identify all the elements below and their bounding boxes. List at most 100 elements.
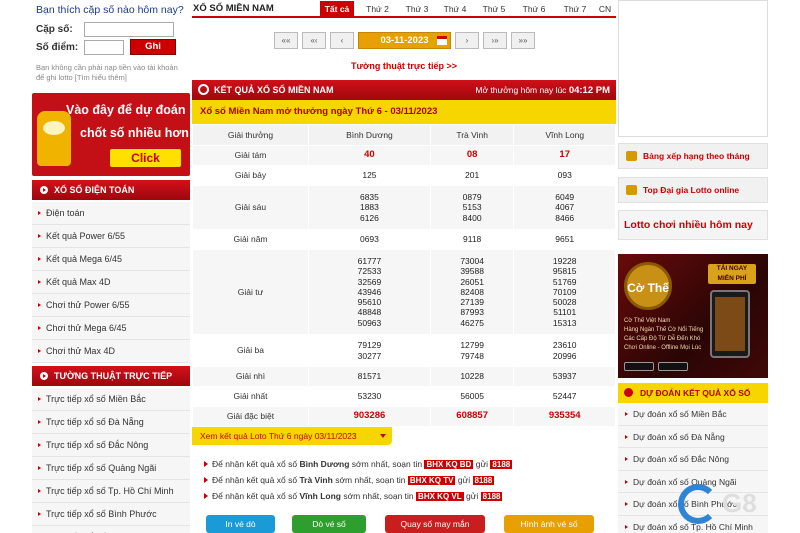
prize-cell: 79129 30277 xyxy=(308,334,431,367)
banner-click-button[interactable]: Click xyxy=(110,149,181,167)
prize-number: 1883 xyxy=(359,202,379,213)
result-table: Giải thưởng Bình Dương Trà Vinh Vĩnh Long Gi… xyxy=(192,124,616,427)
lucky-draw-button[interactable]: Quay số may mắn xyxy=(385,515,485,533)
lottery-ball-icon xyxy=(198,84,209,95)
prize-number: 30277 xyxy=(357,350,382,361)
result-header: KẾT QUẢ XỔ SỐ MIỀN NAM Mở thưởng hôm nay… xyxy=(192,80,616,100)
live-link[interactable]: Tường thuật trực tiếp >> xyxy=(192,61,616,71)
nav-item-dien-toan[interactable]: Chơi thử Power 6/55 xyxy=(32,294,190,317)
predict-banner[interactable]: Vào đây để dự đoán chốt số nhiều hơn Cli… xyxy=(32,93,190,176)
tab-2[interactable]: Thứ 3 xyxy=(398,1,436,18)
tab-0[interactable]: Tất cả xyxy=(320,1,354,18)
date-picker[interactable]: 03-11-2023 xyxy=(358,32,451,49)
table-row: Giải sáu 6835 1883 6126 0879 5153 8400 6049 4067… xyxy=(192,185,616,230)
phone-icon xyxy=(710,290,750,358)
nav-item-dien-toan[interactable]: Kết quả Mega 6/45 xyxy=(32,248,190,271)
print-ticket-button[interactable]: In vé dò xyxy=(206,515,275,533)
tab-6[interactable]: Thứ 7 xyxy=(556,1,594,18)
prize-number: 51769 xyxy=(552,276,577,287)
table-row: Giải ba 79129 30277 12799 79748 23610 20996 xyxy=(192,334,616,367)
pair-input[interactable] xyxy=(84,21,174,37)
tab-4[interactable]: Thứ 5 xyxy=(476,1,512,18)
banner-line2: chốt số nhiều hơn xyxy=(80,126,189,140)
prize-number: 48848 xyxy=(357,307,382,318)
prize-cell: 0693 xyxy=(308,229,431,250)
result-subtitle[interactable]: Xổ số Miền Nam mở thưởng ngày Thứ 6 - 03… xyxy=(192,100,616,124)
tab-1[interactable]: Thứ 2 xyxy=(360,1,395,18)
last-date-button[interactable]: »» xyxy=(511,32,535,49)
prize-number: 27139 xyxy=(460,297,484,308)
sms-text: gửi xyxy=(457,475,471,485)
prize-number: 61777 xyxy=(357,256,382,267)
loto-link[interactable]: Xem kết quả Loto Thứ 6 ngày 03/11/2023 xyxy=(192,427,392,445)
predict-item[interactable]: Dự đoán xổ số Miền Bắc xyxy=(618,403,768,426)
sms-number: 8188 xyxy=(480,492,503,501)
chess-game-ad[interactable]: Cờ Thế TẢI NGAY MIỄN PHÍ Cờ Thế Việt Nam… xyxy=(618,254,768,378)
nav-item-truc-tiep[interactable]: Trực tiếp xổ số Tp. Hồ Chí Minh xyxy=(32,480,190,503)
sms-text: sớm nhất, soạn tin xyxy=(343,491,414,501)
top-lotto-link[interactable]: Top Đại gia Lotto online xyxy=(618,177,768,203)
table-row: Giải tư 61777 72533 32569 43946 95610 48848 509… xyxy=(192,249,616,335)
nav-item-truc-tiep[interactable]: Trực tiếp xổ số Quảng Ngãi xyxy=(32,457,190,480)
points-input[interactable] xyxy=(84,39,124,55)
pair-row: Cặp số: xyxy=(36,21,186,37)
prize-number: 73004 xyxy=(460,256,484,267)
first-date-button[interactable]: «« xyxy=(274,32,298,49)
prev-week-button[interactable]: «‹ xyxy=(302,32,326,49)
ad-placeholder xyxy=(618,0,768,137)
nav-item-truc-tiep[interactable]: Trực tiếp xổ số Miền Bắc xyxy=(32,388,190,411)
bet-submit-button[interactable]: Ghi xyxy=(130,39,176,55)
ad-line: Hàng Ngàn Thế Cờ Nổi Tiếng xyxy=(624,327,704,333)
next-week-button[interactable]: ›» xyxy=(483,32,507,49)
page-title: XỔ SỐ MIỀN NAM xyxy=(193,3,274,14)
prize-cell: 125 xyxy=(308,165,431,186)
next-date-button[interactable]: › xyxy=(455,32,479,49)
monthly-ranking-link[interactable]: Bảng xếp hạng theo tháng xyxy=(618,143,768,169)
prize-cell: 40 xyxy=(308,145,431,166)
nav-item-dien-toan[interactable]: Điện toán xyxy=(32,202,190,225)
nav-item-dien-toan[interactable]: Chơi thử Max 4D xyxy=(32,340,190,363)
prize-number: 95610 xyxy=(357,297,382,308)
predict-item[interactable]: Dự đoán xổ số Đà Nẵng xyxy=(618,425,768,448)
check-ticket-button[interactable]: Dò vé số xyxy=(292,515,366,533)
prize-number: 0879 xyxy=(462,192,482,203)
nav-item-truc-tiep[interactable]: Trực tiếp xổ số Đà Nẵng xyxy=(32,411,190,434)
tab-5[interactable]: Thứ 6 xyxy=(516,1,552,18)
prize-cell: 53937 xyxy=(513,366,616,387)
predict-item[interactable]: Dự đoán xổ số Đắc Nông xyxy=(618,448,768,471)
prev-date-button[interactable]: ‹ xyxy=(330,32,354,49)
open-prefix: Mở thưởng hôm nay lúc xyxy=(475,85,567,95)
lotto-hot-link[interactable]: Lotto chơi nhiều hôm nay xyxy=(618,210,768,240)
region-tabs: XỔ SỐ MIỀN NAM Tất cả Thứ 2 Thứ 3 Thứ 4 Thứ … xyxy=(192,0,616,18)
prize-cell: 52447 xyxy=(513,386,616,407)
sms-text: gửi xyxy=(465,491,479,501)
prize-cell: 12799 79748 xyxy=(429,334,515,367)
nav-item-truc-tiep[interactable]: Trực tiếp xổ số Đắc Nông xyxy=(32,434,190,457)
column-header: Giải thưởng xyxy=(192,124,309,146)
nav-item-truc-tiep[interactable]: Trực tiếp xổ số Hậu Giang xyxy=(32,526,190,533)
prize-cell: 093 xyxy=(513,165,616,186)
tab-7[interactable]: CN xyxy=(596,1,614,18)
nav-item-dien-toan[interactable]: Kết quả Power 6/55 xyxy=(32,225,190,248)
prize-label: Giải nhất xyxy=(192,386,309,407)
prize-cell: 81571 xyxy=(308,366,431,387)
dien-toan-list: Điện toán Kết quả Power 6/55 Kết quả Mega … xyxy=(32,202,190,363)
sms-province: Vĩnh Long xyxy=(299,491,341,501)
sms-code: BHX KQ VL xyxy=(416,492,464,501)
prize-label: Giải bảy xyxy=(192,165,309,186)
prize-number: 50028 xyxy=(552,297,577,308)
ticket-image-button[interactable]: Hình ảnh vé số xyxy=(504,515,594,533)
calendar-icon[interactable] xyxy=(437,36,447,45)
bet-note[interactable]: Bạn không cần phải nạp tiền vào tài khoả… xyxy=(36,63,186,83)
nav-item-truc-tiep[interactable]: Trực tiếp xổ số Bình Phước xyxy=(32,503,190,526)
tab-3[interactable]: Thứ 4 xyxy=(438,1,472,18)
open-time-value: 04:12 PM xyxy=(568,85,610,96)
prize-number: 8400 xyxy=(462,212,482,223)
prize-cell: 23610 20996 xyxy=(513,334,616,367)
prize-cell: 73004 39588 26051 82408 27139 87993 46275 xyxy=(429,249,515,335)
nav-item-dien-toan[interactable]: Chơi thử Mega 6/45 xyxy=(32,317,190,340)
date-navigator: «« «‹ ‹ 03-11-2023 › ›» »» xyxy=(274,32,535,50)
prize-cell: 903286 xyxy=(308,406,431,427)
nav-item-dien-toan[interactable]: Kết quả Max 4D xyxy=(32,271,190,294)
points-label: Số điểm: xyxy=(36,41,79,53)
